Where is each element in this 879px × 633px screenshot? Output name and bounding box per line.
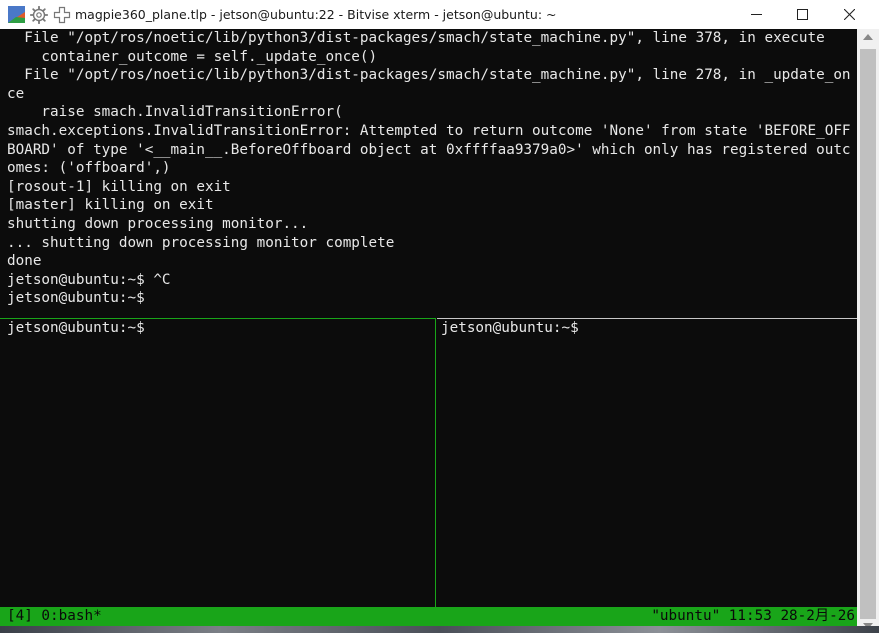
bitvise-xterm-window: magpie360_plane.tlp - jetson@ubuntu:22 -… bbox=[0, 0, 879, 633]
tmux-status-bar: [4] 0:bash* "ubuntu" 11:53 28-2月-26 bbox=[0, 607, 857, 626]
minimize-button[interactable] bbox=[733, 0, 779, 29]
close-icon bbox=[843, 9, 855, 20]
terminal-area[interactable]: File "/opt/ros/noetic/lib/python3/dist-p… bbox=[0, 29, 857, 633]
terminal-line: ... shutting down processing monitor com… bbox=[7, 234, 395, 251]
terminal-line: File "/opt/ros/noetic/lib/python3/dist-p… bbox=[7, 30, 825, 46]
plus-icon[interactable] bbox=[53, 6, 71, 24]
terminal-line: raise smach.InvalidTransitionError( bbox=[7, 104, 343, 121]
terminal-line: omes: ('offboard',) bbox=[7, 160, 171, 177]
pane-divider-vertical[interactable] bbox=[435, 319, 436, 607]
vertical-scrollbar[interactable] bbox=[857, 29, 879, 633]
tmux-pane-bottom-right[interactable]: jetson@ubuntu:~$ bbox=[441, 319, 857, 607]
scrollbar-thumb[interactable] bbox=[860, 49, 876, 619]
terminal-prompt: jetson@ubuntu:~$ bbox=[441, 320, 588, 336]
terminal-prompt: jetson@ubuntu:~$ bbox=[7, 290, 154, 307]
terminal-prompt: jetson@ubuntu:~$ bbox=[7, 320, 154, 336]
terminal-line: BOARD' of type '<__main__.BeforeOffboard… bbox=[7, 141, 851, 158]
terminal-line: [master] killing on exit bbox=[7, 197, 214, 214]
terminal-line: [rosout-1] killing on exit bbox=[7, 178, 231, 195]
gear-icon[interactable] bbox=[30, 6, 48, 24]
terminal-line: container_outcome = self._update_once() bbox=[7, 48, 378, 65]
terminal-line: smach.exceptions.InvalidTransitionError:… bbox=[7, 122, 851, 139]
close-button[interactable] bbox=[826, 0, 872, 29]
scroll-up-arrow-icon[interactable] bbox=[863, 34, 873, 40]
terminal-line: jetson@ubuntu:~$ ^C bbox=[7, 271, 171, 288]
terminal-line: done bbox=[7, 253, 42, 270]
tmux-window-list[interactable]: [4] 0:bash* bbox=[7, 607, 102, 626]
bitvise-app-icon[interactable] bbox=[8, 6, 25, 23]
window-title: magpie360_plane.tlp - jetson@ubuntu:22 -… bbox=[75, 7, 557, 22]
title-bar[interactable]: magpie360_plane.tlp - jetson@ubuntu:22 -… bbox=[0, 0, 879, 29]
terminal-line: shutting down processing monitor... bbox=[7, 215, 309, 232]
maximize-icon bbox=[796, 9, 808, 20]
terminal-line: File "/opt/ros/noetic/lib/python3/dist-p… bbox=[7, 67, 851, 84]
terminal-line: ce bbox=[7, 85, 25, 102]
minimize-icon bbox=[750, 14, 762, 15]
desktop-background bbox=[0, 626, 879, 633]
tmux-pane-top[interactable]: File "/opt/ros/noetic/lib/python3/dist-p… bbox=[7, 29, 857, 317]
tmux-pane-bottom-left[interactable]: jetson@ubuntu:~$ bbox=[7, 319, 435, 607]
maximize-button[interactable] bbox=[779, 0, 825, 29]
tmux-status-right: "ubuntu" 11:53 28-2月-26 bbox=[651, 608, 855, 624]
